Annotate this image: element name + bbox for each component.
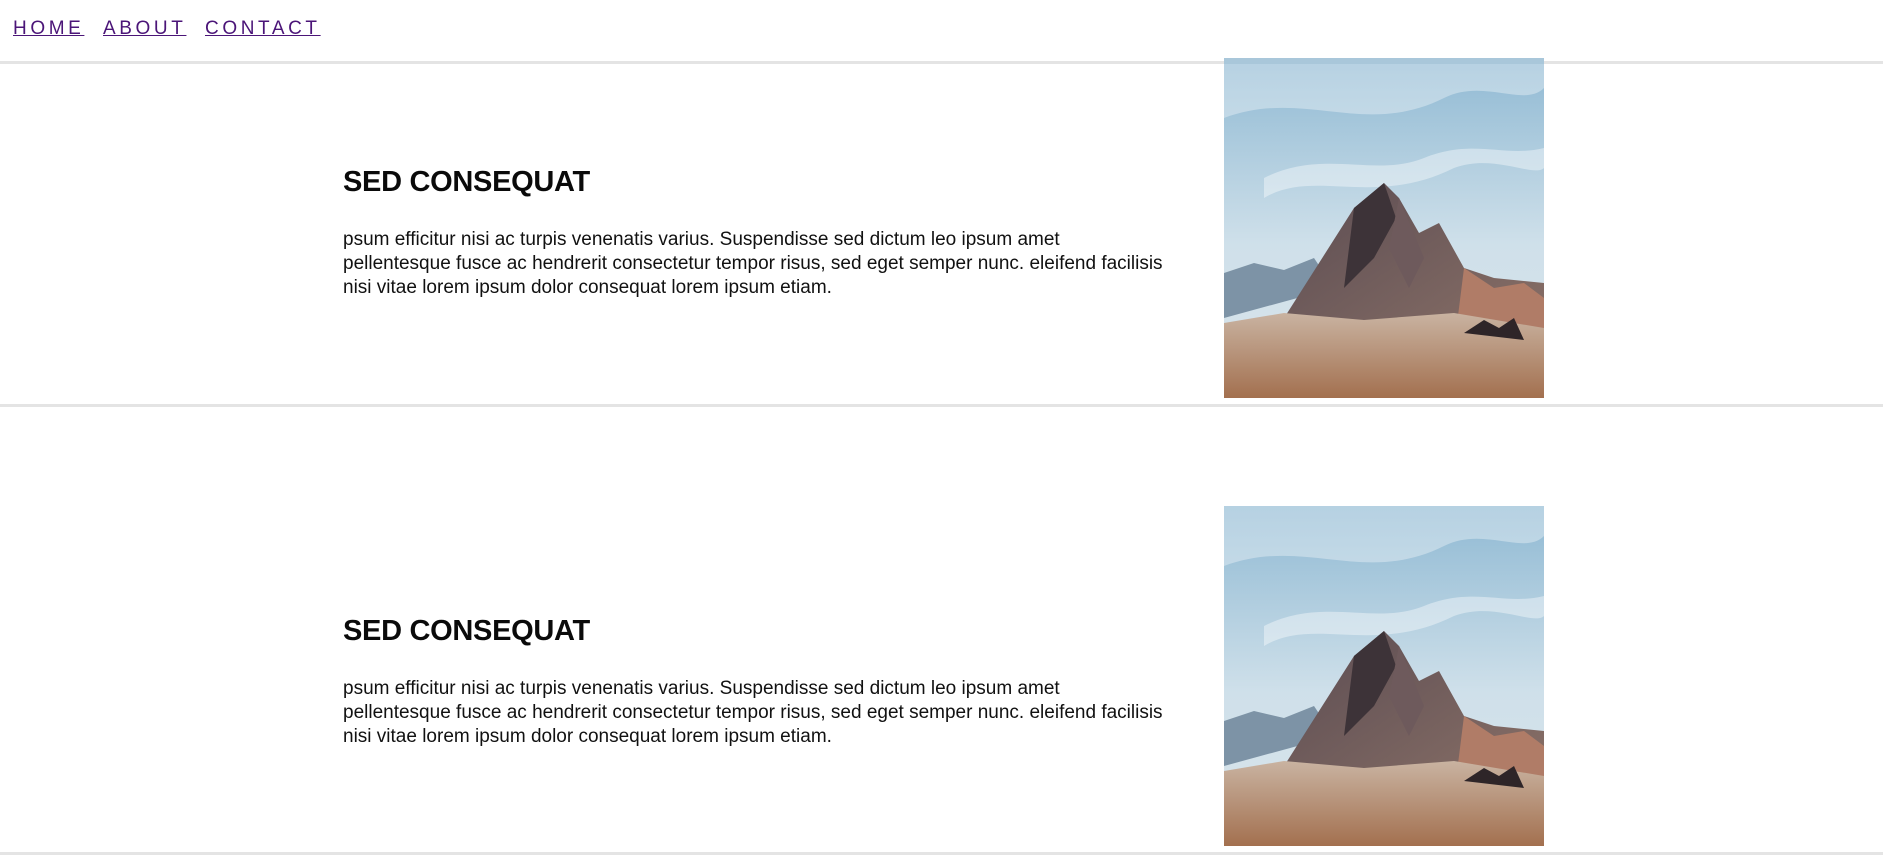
nav-link-contact[interactable]: CONTACT xyxy=(205,18,321,40)
mountain-image xyxy=(1224,506,1544,846)
section-body: psum efficitur nisi ac turpis venenatis … xyxy=(343,229,1163,298)
top-navigation: HOME ABOUT CONTACT xyxy=(0,0,1883,64)
page: HOME ABOUT CONTACT SED CONSEQUAT psum ef… xyxy=(0,0,1883,855)
mountain-image xyxy=(1224,58,1544,398)
content-section-1: SED CONSEQUAT psum efficitur nisi ac tur… xyxy=(0,58,1883,407)
nav-link-about[interactable]: ABOUT xyxy=(103,18,186,40)
section-body: psum efficitur nisi ac turpis venenatis … xyxy=(343,678,1163,747)
section-title: SED CONSEQUAT xyxy=(343,166,590,198)
content-section-2: SED CONSEQUAT psum efficitur nisi ac tur… xyxy=(0,407,1883,855)
nav-link-home[interactable]: HOME xyxy=(13,18,84,40)
mountain-photo xyxy=(1224,506,1544,846)
section-title: SED CONSEQUAT xyxy=(343,615,590,647)
mountain-photo xyxy=(1224,58,1544,398)
